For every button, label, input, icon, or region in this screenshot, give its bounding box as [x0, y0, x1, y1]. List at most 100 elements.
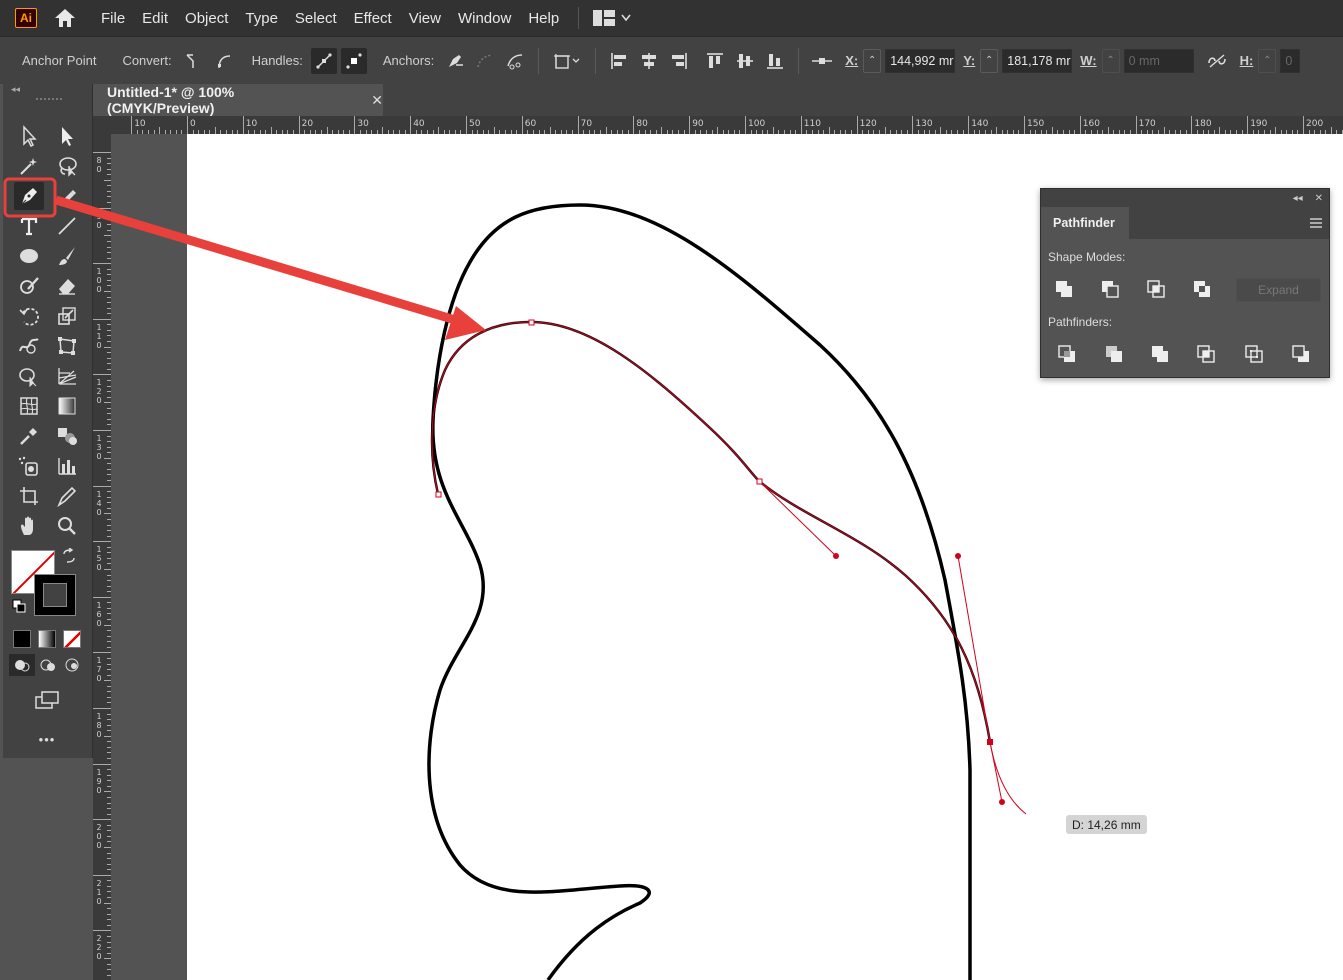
color-mode-button[interactable] — [13, 630, 31, 648]
cut-path-icon[interactable] — [502, 48, 528, 74]
y-stepper[interactable]: ⌃ — [980, 48, 999, 73]
trim-icon[interactable] — [1102, 343, 1126, 365]
gradient-mode-button[interactable] — [38, 630, 56, 648]
menu-item-type[interactable]: Type — [245, 10, 278, 27]
selection-tool[interactable] — [14, 122, 44, 150]
close-panel-icon[interactable]: ✕ — [1315, 193, 1323, 204]
align-left-icon[interactable] — [606, 48, 632, 74]
show-handles-icon[interactable] — [310, 47, 337, 74]
shape-builder-tool[interactable] — [14, 362, 44, 390]
more-tools-icon[interactable]: ••• — [32, 725, 62, 753]
draw-normal-icon[interactable] — [9, 654, 35, 676]
h-field[interactable]: 0 — [1280, 48, 1301, 73]
default-fill-stroke-icon[interactable] — [9, 596, 29, 616]
hand-tool[interactable] — [14, 512, 44, 540]
ruler-label: 140 — [971, 119, 989, 129]
workspace-switcher[interactable] — [593, 10, 631, 26]
pathfinder-tab[interactable]: Pathfinder — [1041, 207, 1129, 239]
merge-icon[interactable] — [1148, 343, 1172, 365]
convert-smooth-icon[interactable] — [210, 48, 236, 74]
menu-item-object[interactable]: Object — [185, 10, 228, 27]
intersect-icon[interactable] — [1144, 278, 1168, 300]
document-tab[interactable]: Untitled-1* @ 100% (CMYK/Preview) ✕ — [93, 84, 383, 116]
slice-tool[interactable] — [52, 482, 82, 510]
collapse-icon[interactable]: ◂◂ — [11, 84, 20, 95]
magic-wand-tool[interactable] — [14, 152, 44, 180]
none-mode-button[interactable] — [63, 630, 81, 648]
ruler-tick — [104, 624, 111, 626]
align-right-icon[interactable] — [666, 48, 692, 74]
draw-behind-icon[interactable] — [35, 654, 61, 676]
mesh-tool[interactable] — [14, 392, 44, 420]
hide-handles-icon[interactable] — [340, 47, 367, 74]
panel-menu-icon[interactable] — [1309, 216, 1323, 234]
scale-tool[interactable] — [52, 302, 82, 330]
ruler-label: 2 0 0 — [96, 823, 102, 851]
column-graph-tool[interactable] — [52, 452, 82, 480]
y-field[interactable]: 181,178 mr — [1002, 48, 1073, 73]
align-bottom-icon[interactable] — [762, 48, 788, 74]
outline-icon[interactable] — [1242, 343, 1266, 365]
x-stepper[interactable]: ⌃ — [863, 48, 882, 73]
align-center-icon[interactable] — [636, 48, 662, 74]
constrain-proportions-icon[interactable] — [1204, 48, 1230, 74]
convert-corner-icon[interactable] — [180, 48, 206, 74]
menu-item-help[interactable]: Help — [528, 10, 559, 27]
panel-grip[interactable] — [36, 98, 62, 102]
align-top-icon[interactable] — [702, 48, 728, 74]
ellipse-tool[interactable] — [14, 242, 44, 270]
remove-anchor-icon[interactable] — [442, 48, 468, 74]
rotate-tool[interactable] — [14, 302, 44, 330]
pencil-tool[interactable] — [52, 182, 82, 210]
free-transform-tool[interactable] — [52, 332, 82, 360]
expand-button[interactable]: Expand — [1236, 278, 1321, 302]
horizontal-ruler[interactable]: 10 0 10 20 30 40 50 60 70 80 90 100 110 120 130 140 150 1… — [93, 116, 1343, 134]
pen-tool[interactable] — [14, 182, 44, 210]
gradient-tool[interactable] — [52, 392, 82, 420]
exclude-icon[interactable] — [1190, 278, 1214, 300]
panel-header: ◂◂ ✕ — [1041, 189, 1329, 207]
swap-fill-stroke-icon[interactable] — [59, 546, 79, 566]
w-stepper[interactable]: ⌃ — [1101, 48, 1120, 73]
zoom-tool[interactable] — [52, 512, 82, 540]
crop-icon[interactable] — [1194, 343, 1218, 365]
x-field[interactable]: 144,992 mr — [885, 48, 956, 73]
lasso-tool[interactable] — [52, 152, 82, 180]
symbol-sprayer-tool[interactable] — [14, 452, 44, 480]
minus-front-icon[interactable] — [1098, 278, 1122, 300]
w-field[interactable]: 0 mm — [1123, 48, 1194, 73]
ruler-label: 190 — [1250, 119, 1268, 129]
minus-back-icon[interactable] — [1289, 343, 1313, 365]
menu-item-effect[interactable]: Effect — [354, 10, 392, 27]
connect-paths-icon[interactable] — [472, 48, 498, 74]
vertical-ruler[interactable]: 8 0 9 0 1 0 0 1 1 0 1 2 0 1 3 0 1 4 0 1 5 0 1 6 … — [93, 134, 111, 980]
eyedropper-tool[interactable] — [14, 422, 44, 450]
warp-tool[interactable] — [14, 332, 44, 360]
close-icon[interactable]: ✕ — [371, 92, 383, 109]
align-middle-icon[interactable] — [732, 48, 758, 74]
perspective-grid-tool[interactable] — [52, 362, 82, 390]
shaper-tool[interactable] — [14, 272, 44, 300]
collapse-panel-icon[interactable]: ◂◂ — [1293, 193, 1303, 204]
draw-inside-icon[interactable] — [59, 654, 85, 676]
direct-selection-tool[interactable] — [52, 122, 82, 150]
menu-item-view[interactable]: View — [409, 10, 441, 27]
unite-icon[interactable] — [1052, 278, 1076, 300]
reference-point-icon[interactable] — [809, 48, 835, 74]
menu-item-file[interactable]: File — [101, 10, 125, 27]
type-tool[interactable] — [14, 212, 44, 240]
line-segment-tool[interactable] — [52, 212, 82, 240]
menu-item-edit[interactable]: Edit — [142, 10, 168, 27]
divide-icon[interactable] — [1055, 343, 1079, 365]
menu-item-window[interactable]: Window — [458, 10, 511, 27]
artboard-tool[interactable] — [14, 482, 44, 510]
screen-mode-icon[interactable] — [32, 686, 62, 714]
menu-item-select[interactable]: Select — [295, 10, 337, 27]
paintbrush-tool[interactable] — [52, 242, 82, 270]
home-icon[interactable] — [53, 7, 77, 29]
blend-tool[interactable] — [52, 422, 82, 450]
h-stepper[interactable]: ⌃ — [1258, 48, 1277, 73]
transform-icon[interactable] — [549, 48, 585, 74]
stroke-swatch[interactable] — [34, 574, 76, 616]
eraser-tool[interactable] — [52, 272, 82, 300]
